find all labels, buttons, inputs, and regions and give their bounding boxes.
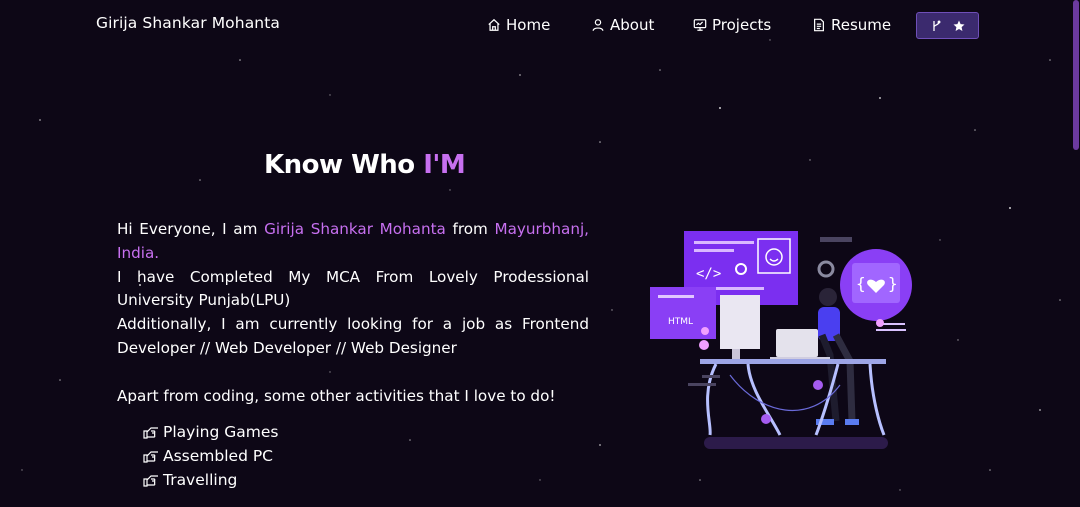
intro-paragraph: Hi Everyone, I am Girija Shankar Mohanta… — [117, 218, 589, 266]
svg-text:HTML: HTML — [668, 317, 693, 327]
nav-home-label: Home — [506, 16, 551, 34]
activities-list: Playing Games Assembled PC Travelling — [143, 420, 278, 492]
from-text: from — [445, 220, 495, 238]
brand-logo-text[interactable]: Girija Shankar Mohanta — [96, 14, 280, 32]
list-item: Playing Games — [143, 420, 278, 444]
pointing-hand-icon — [143, 474, 158, 487]
svg-text:}: } — [888, 274, 898, 293]
nav-about-label: About — [610, 16, 655, 34]
nav-resume[interactable]: Resume — [812, 16, 891, 34]
scrollbar-track[interactable] — [1072, 0, 1080, 507]
svg-text:</>: </> — [696, 266, 721, 282]
author-name: Girija Shankar Mohanta — [264, 220, 446, 238]
git-fork-icon — [932, 20, 940, 31]
activities-intro: Apart from coding, some other activities… — [117, 386, 556, 405]
activity-label: Travelling — [163, 471, 238, 489]
title-accent: I'M — [423, 150, 466, 180]
nav-resume-label: Resume — [831, 16, 892, 34]
github-fork-button[interactable] — [916, 12, 979, 39]
star-icon — [953, 20, 964, 31]
svg-text:{: { — [856, 274, 866, 293]
title-prefix: Know Who — [264, 150, 424, 180]
activity-label: Playing Games — [163, 423, 279, 441]
nav-projects-label: Projects — [712, 16, 772, 34]
user-icon — [592, 19, 604, 31]
nav-about[interactable]: About — [591, 16, 654, 34]
job-search-text: Additionally, I am currently looking for… — [117, 315, 589, 357]
activity-label: Assembled PC — [163, 447, 274, 465]
pointing-hand-icon — [143, 426, 158, 439]
list-item: Assembled PC — [143, 444, 278, 468]
projects-icon — [693, 19, 707, 31]
list-item: Travelling — [143, 468, 278, 492]
nav-projects[interactable]: Projects — [693, 16, 771, 34]
home-icon — [488, 18, 500, 31]
nav-home[interactable]: Home — [487, 16, 550, 34]
pointing-hand-icon — [143, 450, 158, 463]
scrollbar-thumb[interactable] — [1073, 0, 1079, 150]
greeting-text: Hi Everyone, I am — [117, 220, 265, 238]
education-text: I have Completed My MCA From Lovely Prod… — [117, 267, 589, 310]
navbar: Girija Shankar Mohanta Home About Projec… — [0, 0, 1080, 52]
document-icon — [814, 18, 824, 32]
developer-illustration: </> HTML { } — [650, 231, 912, 449]
about-text: Hi Everyone, I am Girija Shankar Mohanta… — [117, 218, 589, 408]
page-title: Know Who I'M — [264, 150, 466, 180]
